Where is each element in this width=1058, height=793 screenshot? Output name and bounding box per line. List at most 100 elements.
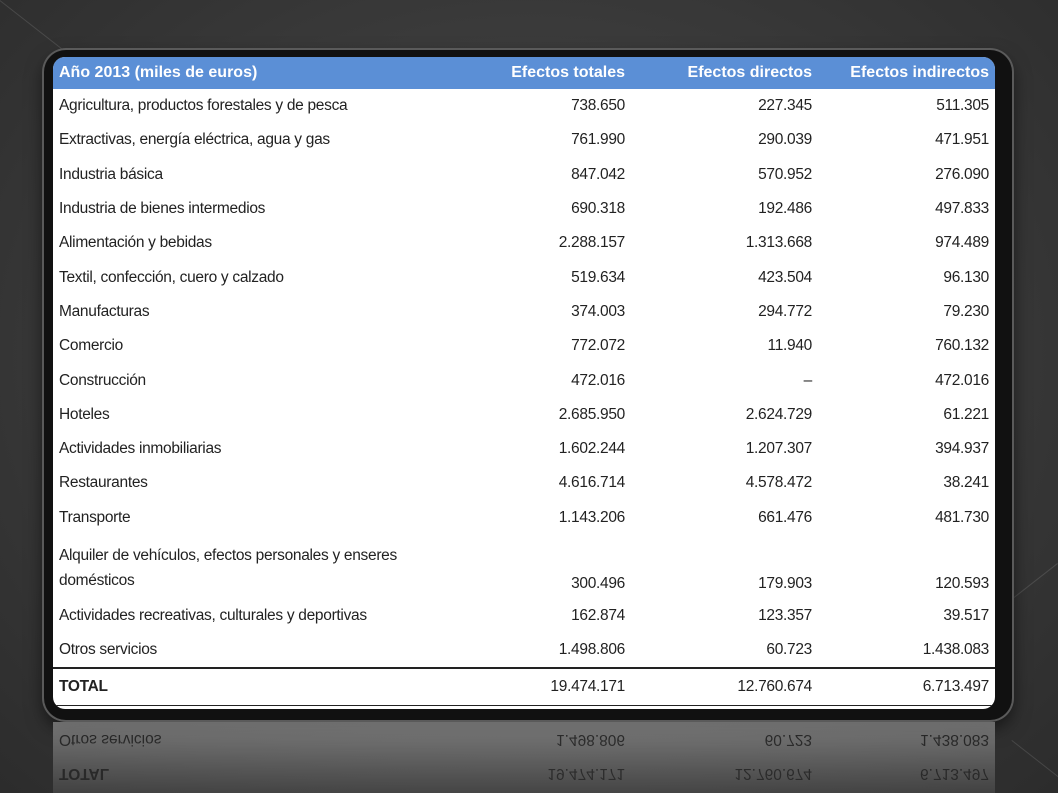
reflection-total-direct: 12.760.674 (734, 765, 812, 782)
table-row: Industria básica 847.042 570.952 276.090 (53, 158, 995, 192)
direct-effects-cell: 1.207.307 (745, 440, 813, 458)
table-row: Restaurantes 4.616.714 4.578.472 38.241 (53, 466, 995, 500)
table-row: Transporte 1.143.206 661.476 481.730 (53, 501, 995, 535)
direct-effects-cell: 290.039 (758, 131, 812, 149)
total-effects-cell: 472.016 (571, 371, 625, 389)
reflection-total-label: TOTAL (59, 765, 110, 782)
total-effects-sum: 19.474.171 (453, 668, 631, 707)
indirect-effects-cell: 481.730 (935, 508, 989, 526)
reflection-other-total: 1.498.806 (556, 731, 625, 748)
indirect-effects-cell: 276.090 (935, 165, 989, 183)
table-row: Textil, confección, cuero y calzado 519.6… (53, 260, 995, 294)
table-body: Agricultura, productos forestales y de p… (53, 89, 995, 707)
slide-content: Año 2013 (miles de euros) Efectos totale… (53, 57, 995, 709)
total-effects-cell: 300.496 (571, 574, 625, 592)
direct-effects-cell: 192.486 (758, 200, 812, 218)
header-total-effects: Efectos totales (453, 57, 631, 89)
table-header-row: Año 2013 (miles de euros) Efectos totale… (53, 57, 995, 89)
table-row: Alimentación y bebidas 2.288.157 1.313.668… (53, 226, 995, 260)
total-effects-cell: 690.318 (571, 200, 625, 218)
indirect-effects-cell: 120.593 (935, 574, 989, 592)
sector-label: Alquiler de vehículos, efectos personale… (59, 546, 397, 589)
table-row: Hoteles 2.685.950 2.624.729 61.221 (53, 398, 995, 432)
reflection-total-indirect: 6.713.497 (920, 765, 989, 782)
table-reflection: TOTAL 19.474.171 12.760.674 6.713.497 Ot… (53, 722, 995, 793)
total-effects-cell: 2.288.157 (558, 234, 626, 252)
total-effects-cell: 1.143.206 (558, 508, 626, 526)
sector-label: Agricultura, productos forestales y de p… (59, 97, 348, 115)
direct-effects-cell: 179.903 (758, 574, 812, 592)
table-row: Comercio 772.072 11.940 760.132 (53, 329, 995, 363)
indirect-effects-cell: 471.951 (935, 131, 989, 149)
direct-effects-cell: 2.624.729 (745, 405, 813, 423)
indirect-effects-cell: 472.016 (935, 371, 989, 389)
reflection-total-value: 19.474.171 (547, 765, 625, 782)
reflection-other-direct: 60.723 (764, 731, 812, 748)
sector-label: Alimentación y bebidas (59, 234, 212, 252)
sector-label: Industria de bienes intermedios (59, 200, 266, 218)
header-year: Año 2013 (miles de euros) (53, 57, 453, 89)
sector-label: Extractivas, energía eléctrica, agua y g… (59, 131, 330, 149)
direct-effects-cell: 11.940 (767, 337, 813, 355)
sector-label: Restaurantes (59, 474, 148, 492)
direct-effects-cell: 4.578.472 (745, 474, 813, 492)
table-row: Alquiler de vehículos, efectos personale… (53, 535, 995, 599)
direct-effects-cell: 60.723 (631, 633, 818, 670)
header-indirect-effects: Efectos indirectos (818, 57, 995, 89)
indirect-effects-cell: 61.221 (943, 405, 989, 423)
direct-effects-cell: 423.504 (758, 268, 812, 286)
table-row: Industria de bienes intermedios 690.318 19… (53, 192, 995, 226)
total-effects-cell: 4.616.714 (558, 474, 626, 492)
indirect-effects-cell: 1.438.083 (818, 633, 995, 670)
total-effects-cell: 1.602.244 (558, 440, 626, 458)
reflection-other-label: Otros servicios (59, 731, 162, 748)
direct-effects-cell: – (803, 371, 813, 389)
total-effects-cell: 374.003 (571, 302, 625, 320)
sector-label: Otros servicios (53, 633, 453, 670)
table-row: Agricultura, productos forestales y de p… (53, 89, 995, 123)
direct-effects-cell: 570.952 (758, 165, 812, 183)
direct-effects-cell: 123.357 (758, 607, 812, 624)
economic-effects-table: Año 2013 (miles de euros) Efectos totale… (53, 57, 995, 707)
table-row: Actividades recreativas, culturales y de… (53, 599, 995, 633)
sector-label: Manufacturas (59, 302, 150, 320)
total-effects-cell: 772.072 (571, 337, 625, 355)
direct-effects-cell: 661.476 (758, 508, 812, 526)
direct-effects-sum: 12.760.674 (631, 668, 818, 707)
table-row: Manufacturas 374.003 294.772 79.230 (53, 295, 995, 329)
indirect-effects-cell: 38.241 (943, 474, 989, 492)
direct-effects-cell: 227.345 (758, 97, 812, 115)
indirect-effects-cell: 760.132 (935, 337, 989, 355)
total-effects-cell: 519.634 (571, 268, 625, 286)
total-effects-cell: 738.650 (571, 97, 625, 115)
sector-label: Comercio (59, 337, 123, 355)
table-row: Construcción 472.016 – 472.016 (53, 363, 995, 397)
reflection-total-row: TOTAL 19.474.171 12.760.674 6.713.497 (53, 756, 995, 790)
direct-effects-cell: 1.313.668 (745, 234, 813, 252)
indirect-effects-cell: 96.130 (943, 268, 989, 286)
total-row: TOTAL 19.474.171 12.760.674 6.713.497 (53, 668, 995, 707)
sector-label: Actividades inmobiliarias (59, 440, 222, 458)
reflection-other-row: Otros servicios 1.498.806 60.723 1.438.0… (53, 722, 995, 756)
total-effects-cell: 847.042 (571, 165, 625, 183)
indirect-effects-cell: 394.937 (935, 440, 989, 458)
total-effects-cell: 761.990 (571, 131, 625, 149)
indirect-effects-cell: 511.305 (936, 97, 989, 115)
indirect-effects-cell: 79.230 (943, 302, 989, 320)
indirect-effects-cell: 497.833 (935, 200, 989, 218)
total-effects-cell: 162.874 (571, 607, 625, 624)
header-direct-effects: Efectos directos (631, 57, 818, 89)
total-label: TOTAL (53, 668, 453, 707)
direct-effects-cell: 294.772 (758, 302, 812, 320)
table-row: Otros servicios 1.498.806 60.723 1.438.083 (53, 633, 995, 670)
total-effects-cell: 1.498.806 (453, 633, 631, 670)
total-effects-cell: 2.685.950 (558, 405, 626, 423)
indirect-effects-sum: 6.713.497 (818, 668, 995, 707)
sector-label: Textil, confección, cuero y calzado (59, 268, 284, 286)
sector-label: Actividades recreativas, culturales y de… (59, 607, 367, 624)
table-row: Extractivas, energía eléctrica, agua y g… (53, 123, 995, 157)
sector-label: Industria básica (59, 165, 163, 183)
sector-label: Construcción (59, 371, 146, 389)
sector-label: Hoteles (59, 405, 110, 423)
sector-label: Transporte (59, 508, 131, 526)
